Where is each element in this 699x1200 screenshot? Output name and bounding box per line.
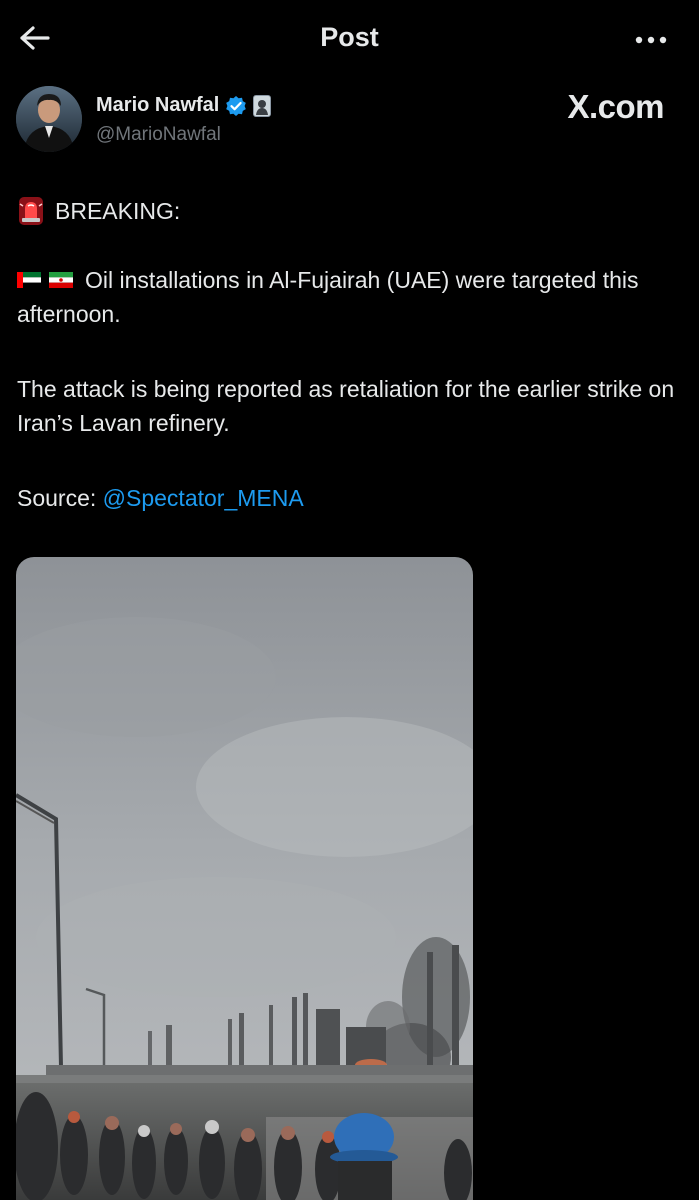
source-label: Source:: [17, 485, 103, 511]
author-handle: @MarioNawfal: [96, 124, 221, 145]
uae-flag-icon: [17, 271, 41, 288]
verified-badge-icon: [226, 95, 247, 116]
page-title: Post: [320, 22, 379, 52]
top-bar: Post: [0, 0, 699, 80]
tweet-source-line: Source: @Spectator_MENA: [17, 481, 687, 515]
flags-group: [17, 271, 73, 288]
tweet-paragraph-2: The attack is being reported as retaliat…: [17, 376, 675, 436]
more-horizontal-icon: [635, 36, 667, 44]
author-row: Mario Nawfal @MarioNawfal X.com: [16, 86, 684, 156]
rotating-light-icon: [19, 197, 43, 225]
avatar[interactable]: [16, 86, 82, 152]
tweet-paragraph-1: Oil installations in Al-Fujairah (UAE) w…: [17, 263, 687, 331]
tweet-paragraph-1-text: Oil installations in Al-Fujairah (UAE) w…: [17, 267, 639, 327]
author-name-row: Mario Nawfal: [96, 94, 272, 117]
more-options-button[interactable]: [631, 20, 671, 60]
video-frame-image: [16, 557, 473, 1200]
tweet-video[interactable]: [16, 557, 473, 1200]
author-name[interactable]: Mario Nawfal: [96, 94, 219, 117]
iran-flag-icon: [49, 271, 73, 288]
brand-watermark: X.com: [567, 88, 664, 125]
tweet-headline: BREAKING:: [17, 194, 687, 228]
breaking-label: BREAKING:: [55, 198, 181, 224]
source-mention-link[interactable]: @Spectator_MENA: [103, 485, 304, 511]
avatar-image: [16, 86, 82, 152]
affiliate-badge-icon: [253, 94, 272, 117]
